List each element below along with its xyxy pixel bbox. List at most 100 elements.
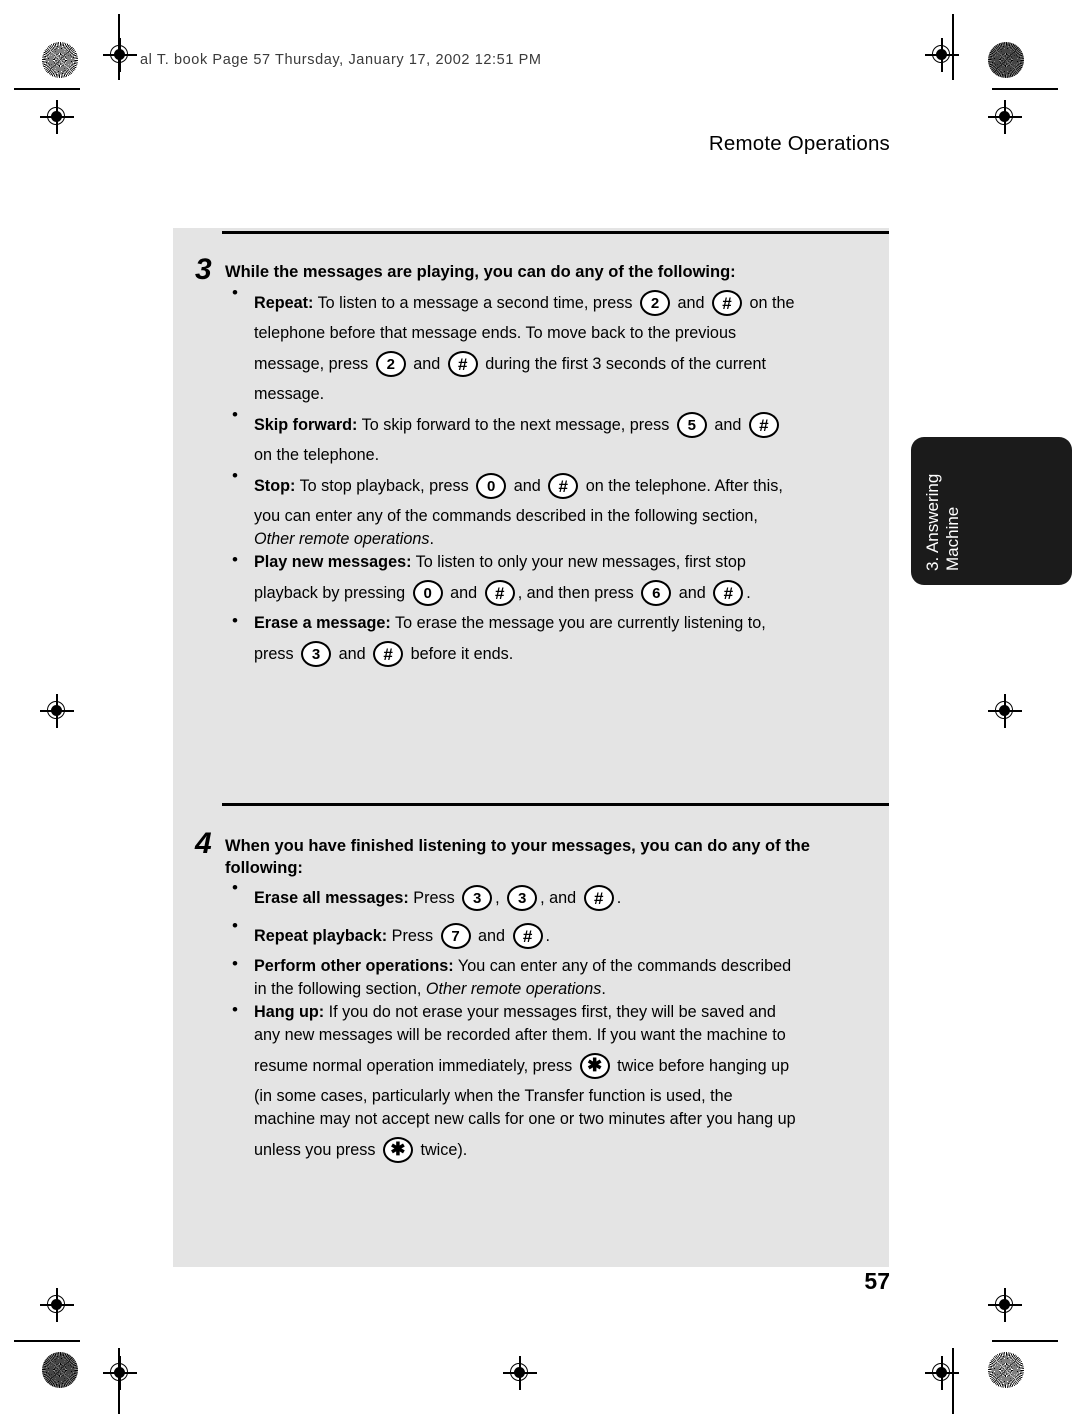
step-4-title: When you have finished listening to your… xyxy=(225,837,810,877)
bullet-text: and xyxy=(673,293,710,312)
bullet-lead-in: Repeat: xyxy=(254,293,314,312)
registration-target-left-middle xyxy=(40,694,74,728)
instruction-bullet: Repeat playback: Press 7 and #. xyxy=(226,916,889,955)
telephone-key-0-icon: 0 xyxy=(412,580,443,606)
bullet-lead-in: Stop: xyxy=(254,476,296,495)
telephone-key-0-icon: 0 xyxy=(476,473,507,499)
step-4-bullet-list: Erase all messages: Press 3, 3, and #.Re… xyxy=(193,878,889,1169)
bullet-text: telephone before that message ends. To m… xyxy=(254,324,737,342)
crop-mark-top-right-horizontal xyxy=(992,88,1058,90)
bullet-text: and xyxy=(408,354,445,373)
step-4: 4 When you have finished listening to yo… xyxy=(193,827,889,1169)
bullet-lead-in: Erase a message: xyxy=(254,614,391,632)
step-3-number: 3 xyxy=(195,253,212,286)
bullet-text: To erase the message you are currently l… xyxy=(390,614,766,632)
telephone-key-2-icon: 2 xyxy=(375,351,406,377)
divider-above-step-3 xyxy=(222,231,889,234)
bullet-lead-in: Play new messages: xyxy=(254,553,412,571)
telephone-key-7-icon: 7 xyxy=(440,923,471,949)
bullet-text: message. xyxy=(254,385,325,403)
bullet-text: and xyxy=(709,415,746,434)
registration-target-right-lower xyxy=(988,1288,1022,1322)
telephone-key-hash-icon: # xyxy=(548,473,579,499)
registration-target-right-upper xyxy=(988,100,1022,134)
chapter-side-tab: 3. Answering Machine xyxy=(911,437,1072,585)
bullet-text: To listen to only your new messages, fir… xyxy=(411,553,746,571)
registration-starburst-bottom-right xyxy=(988,1352,1024,1388)
instruction-bullet: Stop: To stop playback, press 0 and # on… xyxy=(226,466,889,551)
registration-target-bottom-center xyxy=(503,1356,537,1390)
divider-above-step-4 xyxy=(222,803,889,806)
bullet-text: any new messages will be recorded after … xyxy=(254,1026,786,1044)
bullet-text: on the telephone. xyxy=(254,446,380,464)
step-3-bullet-list: Repeat: To listen to a message a second … xyxy=(193,283,889,673)
registration-starburst-top-right xyxy=(988,42,1024,78)
bullet-text: Press xyxy=(387,926,438,945)
registration-target-bottom-left xyxy=(103,1356,137,1390)
telephone-key-5-icon: 5 xyxy=(676,412,707,438)
bullet-text: , xyxy=(495,888,505,907)
telephone-key-hash-icon: # xyxy=(748,412,779,438)
bullet-text: twice). xyxy=(415,1140,468,1159)
telephone-key-hash-icon: # xyxy=(712,290,743,316)
bullet-text: (in some cases, particularly when the Tr… xyxy=(254,1087,733,1105)
bullet-text: unless you press xyxy=(254,1140,380,1159)
telephone-key-hash-icon: # xyxy=(583,885,614,911)
bullet-text: on the telephone. After this, xyxy=(581,476,783,495)
registration-target-top-right xyxy=(925,38,959,72)
telephone-key-hash-icon: # xyxy=(512,923,543,949)
bullet-text: To listen to a message a second time, pr… xyxy=(313,293,637,312)
crop-mark-bottom-right-horizontal xyxy=(992,1340,1058,1342)
bullet-text: and xyxy=(334,644,371,663)
instruction-bullet: Repeat: To listen to a message a second … xyxy=(226,283,889,406)
bullet-text: Press xyxy=(408,888,460,907)
registration-target-right-middle xyxy=(988,694,1022,728)
bullet-text: you can enter any of the commands descri… xyxy=(254,507,758,525)
telephone-key-2-icon: 2 xyxy=(640,290,670,316)
bullet-text: playback by pressing xyxy=(254,583,410,602)
step-4-number: 4 xyxy=(195,827,212,860)
bullet-text: press xyxy=(254,644,299,663)
telephone-key-star-icon: ✱ xyxy=(382,1137,413,1163)
instruction-panel: 3 While the messages are playing, you ca… xyxy=(173,228,889,1267)
bullet-lead-in: Skip forward: xyxy=(254,415,358,434)
registration-target-top-left xyxy=(103,38,137,72)
bullet-text: You can enter any of the commands descri… xyxy=(453,957,792,975)
source-filename-stamp: al T. book Page 57 Thursday, January 17,… xyxy=(140,52,542,68)
step-3-title: While the messages are playing, you can … xyxy=(225,263,736,281)
bullet-lead-in: Hang up: xyxy=(254,1003,325,1021)
registration-target-left-upper xyxy=(40,100,74,134)
instruction-bullet: Hang up: If you do not erase your messag… xyxy=(226,1000,889,1169)
bullet-text: machine may not accept new calls for one… xyxy=(254,1110,796,1128)
telephone-key-hash-icon: # xyxy=(373,641,404,667)
bullet-text: and xyxy=(509,476,546,495)
bullet-text: , and then press xyxy=(517,583,639,602)
bullet-text: To skip forward to the next message, pre… xyxy=(357,415,674,434)
bullet-text: and xyxy=(445,583,482,602)
telephone-key-6-icon: 6 xyxy=(641,580,672,606)
registration-target-bottom-right xyxy=(925,1356,959,1390)
chapter-side-tab-label: 3. Answering Machine xyxy=(923,473,962,571)
telephone-key-hash-icon: # xyxy=(484,580,515,606)
registration-target-left-lower xyxy=(40,1288,74,1322)
bullet-text: resume normal operation immediately, pre… xyxy=(254,1056,577,1075)
bullet-lead-in: Erase all messages: xyxy=(254,888,409,907)
bullet-text: message, press xyxy=(254,354,373,373)
crop-mark-bottom-left-horizontal xyxy=(14,1340,80,1342)
bullet-text: and xyxy=(473,926,510,945)
page-title: Remote Operations xyxy=(708,132,890,155)
step-3: 3 While the messages are playing, you ca… xyxy=(193,253,889,673)
bullet-text: . xyxy=(746,583,751,602)
bullet-text: . xyxy=(429,530,434,548)
instruction-bullet: Erase a message: To erase the message yo… xyxy=(226,611,889,673)
telephone-key-hash-icon: # xyxy=(713,580,744,606)
bullet-text: To stop playback, press xyxy=(295,476,474,495)
instruction-bullet: Skip forward: To skip forward to the nex… xyxy=(226,405,889,467)
crop-mark-bottom-left-vertical xyxy=(118,1348,120,1414)
bullet-text: in the following section, xyxy=(254,980,426,998)
crop-mark-top-left-vertical xyxy=(118,14,120,80)
bullet-text: . xyxy=(601,980,606,998)
telephone-key-hash-icon: # xyxy=(447,351,478,377)
telephone-key-3-icon: 3 xyxy=(462,885,493,911)
telephone-key-star-icon: ✱ xyxy=(579,1053,610,1079)
